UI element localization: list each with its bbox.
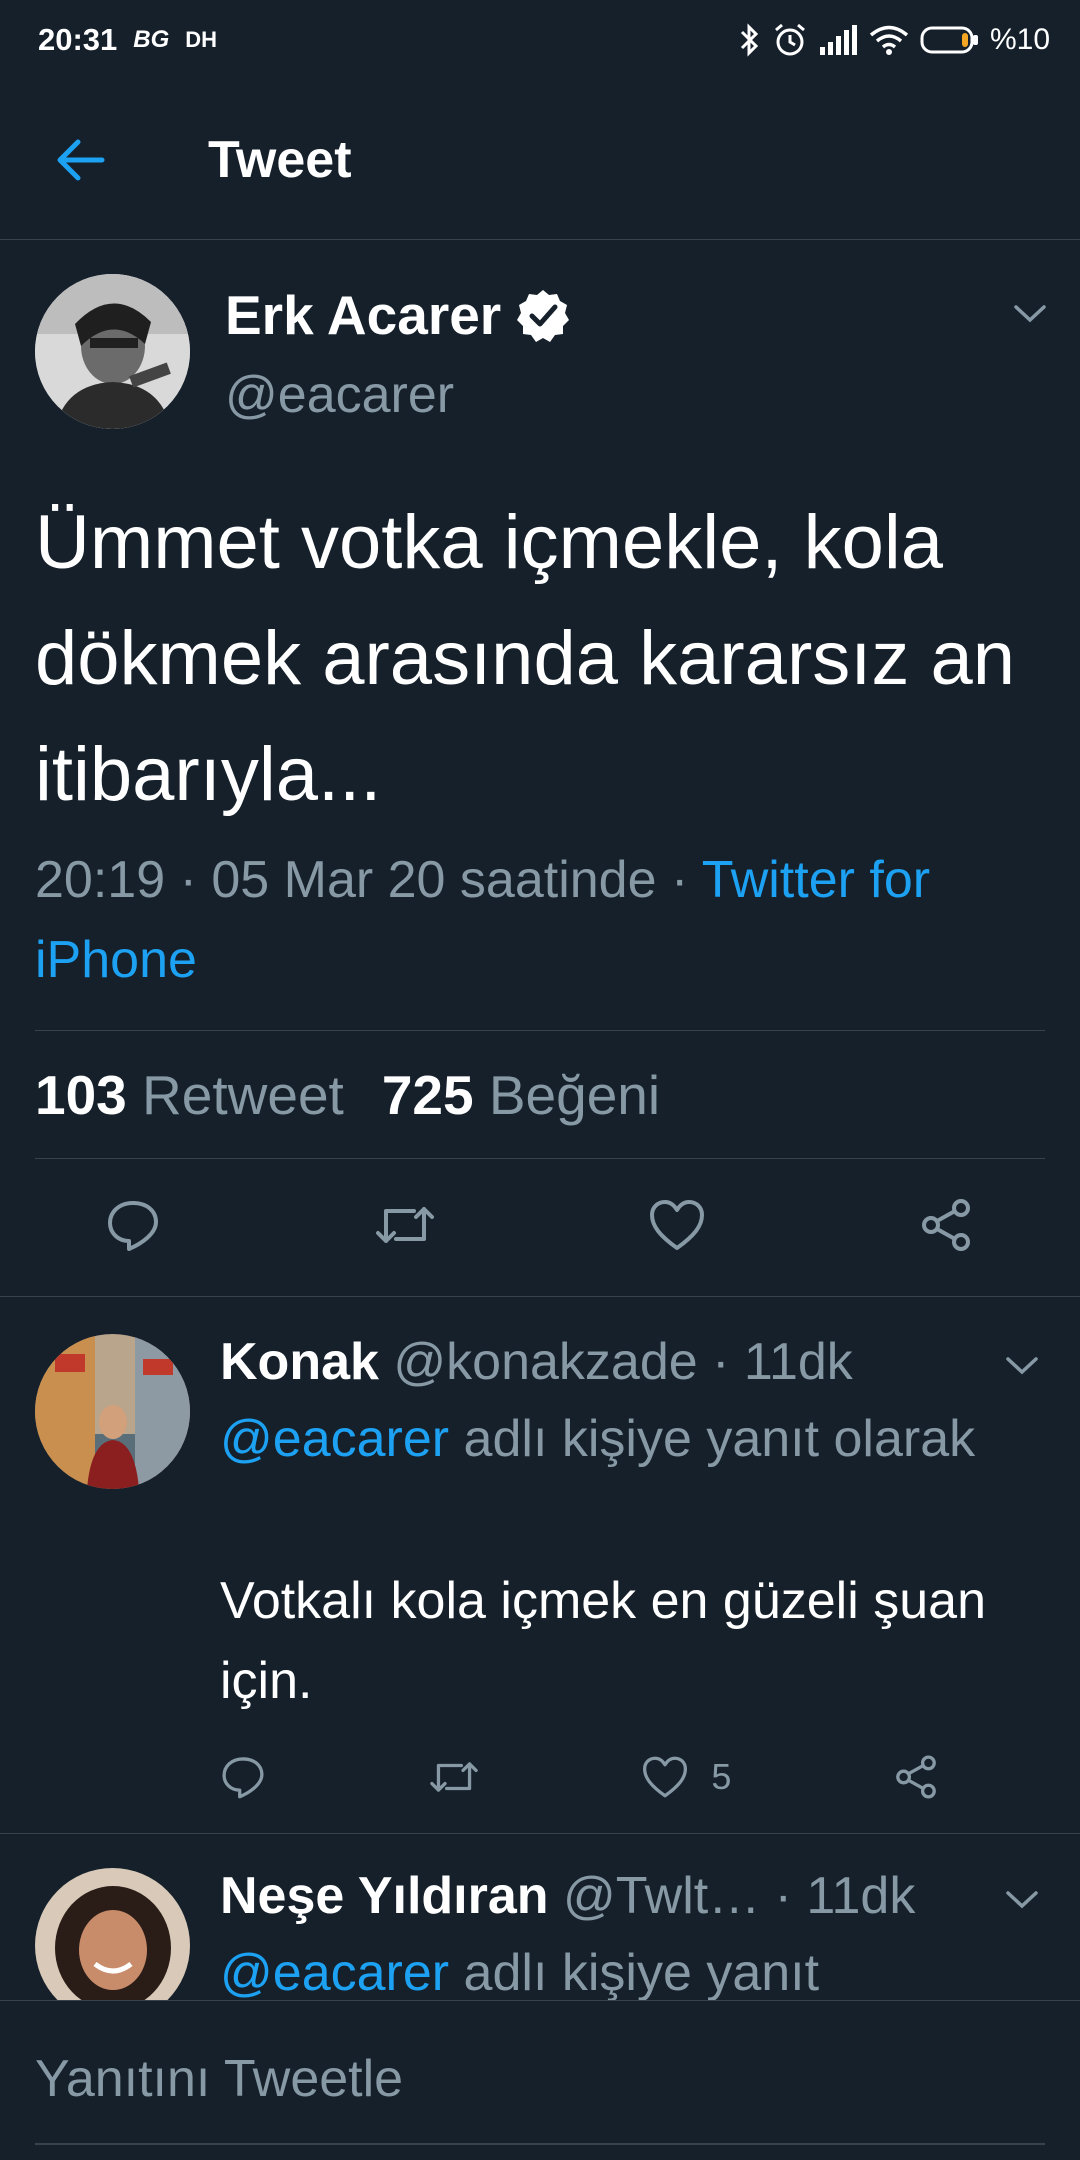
reply-icon	[222, 1757, 264, 1799]
reply-options-button[interactable]	[1002, 1884, 1042, 1919]
tweet-timestamp: 20:19 · 05 Mar 20 saatinde ·	[35, 851, 702, 909]
reply-like-count: 5	[711, 1756, 732, 1797]
reply-button[interactable]	[220, 1754, 266, 1800]
retweet-button[interactable]	[372, 1197, 438, 1253]
heart-icon	[650, 1200, 705, 1250]
author-name[interactable]: Erk Acarer	[225, 283, 571, 347]
author-avatar[interactable]	[35, 274, 190, 429]
divider	[35, 1030, 1045, 1031]
status-bar: 20:31 BG DH %10	[0, 0, 1080, 80]
reply-text: Votkalı kola içmek en güzeli şuan için.	[220, 1572, 986, 1710]
wifi-icon	[868, 24, 910, 56]
compose-placeholder[interactable]: Yanıtını Tweetle	[35, 2049, 403, 2109]
divider	[35, 1158, 1045, 1159]
dh-indicator: DH	[185, 27, 218, 52]
reply-author-name[interactable]: Neşe Yıldıran	[220, 1867, 549, 1925]
battery-icon	[920, 25, 980, 55]
back-arrow-icon	[57, 139, 105, 180]
retweet-stat[interactable]: 103 Retweet	[35, 1063, 344, 1127]
retweet-label: Retweet	[142, 1064, 344, 1126]
retweet-button[interactable]	[427, 1754, 481, 1800]
reply-options-button[interactable]	[1002, 1350, 1042, 1385]
reply-author-handle[interactable]: @Twlt…	[563, 1867, 760, 1925]
reply-actions: 5	[220, 1742, 940, 1812]
battery-percent: %10	[989, 23, 1050, 56]
compose-underline	[35, 2143, 1045, 2145]
like-stat[interactable]: 725 Beğeni	[382, 1063, 660, 1127]
reply-to-link[interactable]: @eacarer	[220, 1410, 449, 1468]
reply-compose-bar[interactable]: Yanıtını Tweetle	[0, 2000, 1080, 2160]
reply-author-handle[interactable]: @konakzade	[393, 1333, 697, 1391]
bluetooth-icon	[738, 23, 762, 57]
reply-time: · 11dk	[760, 1867, 916, 1925]
share-icon	[921, 1199, 970, 1251]
retweet-icon	[429, 1762, 478, 1792]
reply-author-name[interactable]: Konak	[220, 1333, 379, 1391]
status-left: 20:31 BG DH	[38, 22, 217, 58]
tweet-options-button[interactable]	[1010, 298, 1050, 333]
reply-avatar[interactable]	[35, 1334, 190, 1489]
tweet-actions	[35, 1180, 1045, 1270]
author-name-text: Erk Acarer	[225, 284, 502, 346]
tweet-stats: 103 Retweet 725 Beğeni	[35, 1063, 660, 1127]
reply-header: Konak @konakzade · 11dk	[220, 1332, 853, 1392]
page-title: Tweet	[208, 130, 352, 189]
tweet-meta: 20:19 · 05 Mar 20 saatinde · Twitter for…	[35, 840, 1045, 1000]
retweet-count: 103	[35, 1064, 127, 1126]
heart-icon	[643, 1756, 688, 1798]
share-button[interactable]	[892, 1753, 940, 1801]
chevron-down-icon	[1006, 1891, 1038, 1909]
share-button[interactable]	[917, 1196, 975, 1254]
divider	[0, 1296, 1080, 1297]
reply-context: @eacarer adlı kişiye yanıt olarak	[220, 1399, 1020, 1479]
share-icon	[896, 1755, 936, 1799]
like-button[interactable]: 5	[641, 1755, 731, 1799]
reply-to-link[interactable]: @eacarer	[220, 1944, 449, 2002]
reply-context-text: adlı kişiye yanıt	[449, 1944, 820, 2002]
retweet-icon	[375, 1207, 434, 1243]
like-button[interactable]	[648, 1198, 706, 1252]
chevron-down-icon	[1014, 305, 1046, 323]
verified-badge-icon	[517, 290, 570, 342]
reply-header: Neşe Yıldıran @Twlt… · 11dk	[220, 1866, 915, 1926]
alarm-icon	[772, 22, 808, 58]
chevron-down-icon	[1006, 1357, 1038, 1375]
clock: 20:31	[38, 22, 118, 57]
like-label: Beğeni	[488, 1064, 661, 1126]
reply-time: · 11dk	[697, 1333, 853, 1391]
author-handle[interactable]: @eacarer	[225, 365, 454, 425]
app-bar: Tweet	[0, 80, 1080, 240]
status-right: %10	[738, 22, 1050, 58]
divider	[0, 1833, 1080, 1834]
bg-indicator: BG	[133, 26, 170, 53]
reply-icon	[108, 1201, 158, 1251]
tweet-detail-screen: 20:31 BG DH %10 Tweet Erk Acarer @eacare…	[0, 0, 1080, 2160]
tweet-text: Ümmet votka içmekle, kola dökmek arasınd…	[35, 500, 1016, 817]
signal-icon	[818, 25, 858, 55]
like-count: 725	[381, 1064, 474, 1126]
reply-context-text: adlı kişiye yanıt olarak	[449, 1410, 976, 1468]
back-button[interactable]	[30, 110, 130, 210]
reply-button[interactable]	[105, 1197, 161, 1253]
